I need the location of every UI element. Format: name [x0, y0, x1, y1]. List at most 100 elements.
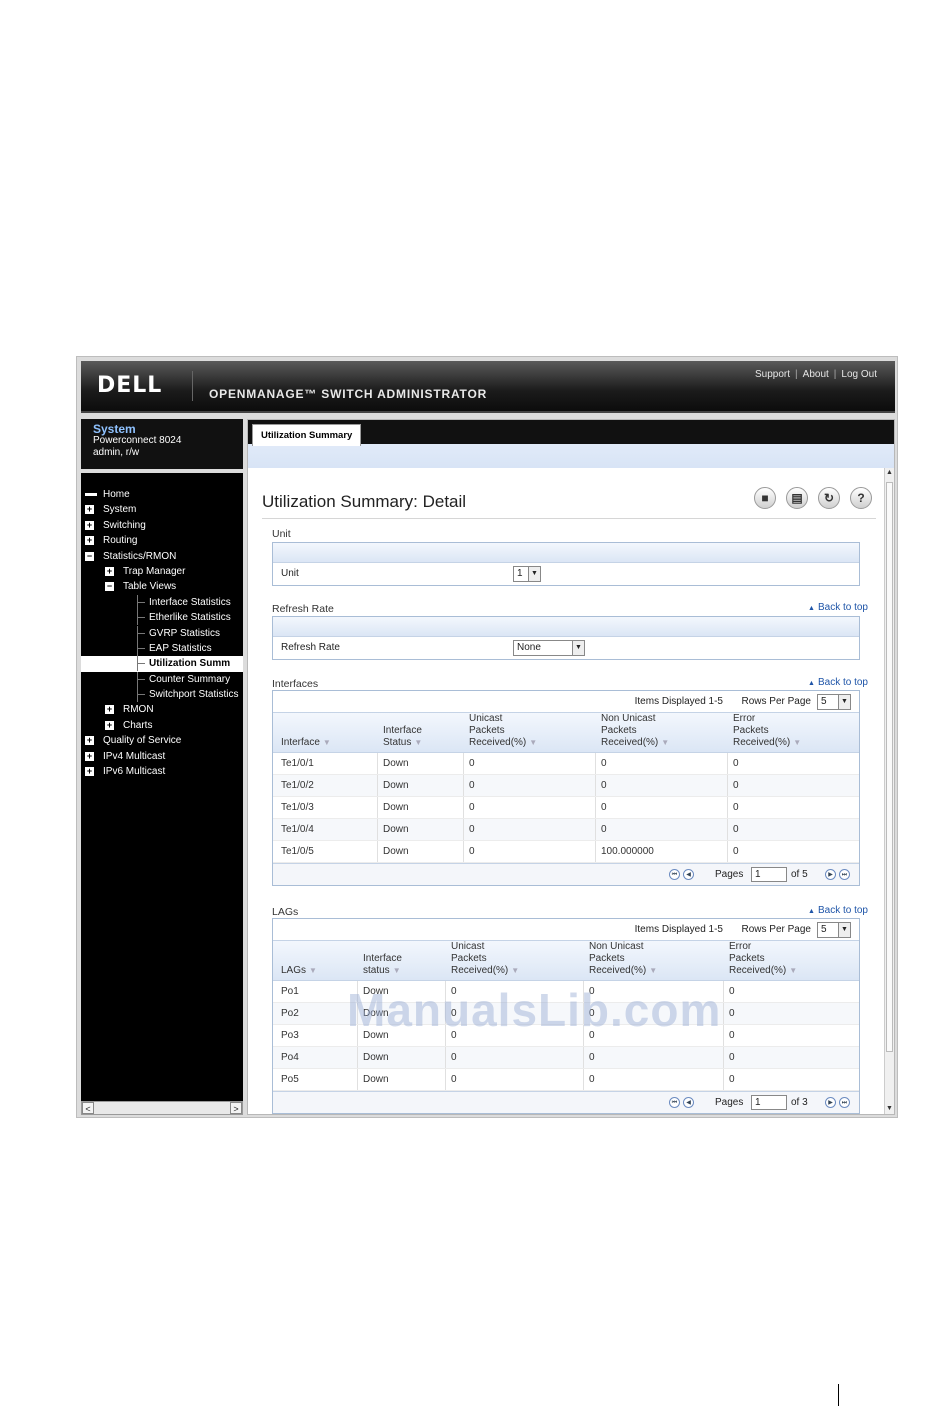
- rows-per-page-select[interactable]: 5 ▼: [817, 922, 851, 938]
- logout-link[interactable]: Log Out: [841, 369, 877, 380]
- back-to-top-link[interactable]: ▲ Back to top: [808, 905, 868, 916]
- nav-item[interactable]: + Trap Manager: [81, 564, 243, 579]
- nav-item[interactable]: Counter Summary: [81, 671, 243, 687]
- unit-select[interactable]: 1 ▼: [513, 566, 541, 582]
- chevron-down-icon[interactable]: ▼: [528, 567, 540, 581]
- column-header[interactable]: Interface ▼: [281, 737, 331, 749]
- sort-icon[interactable]: ▼: [529, 738, 537, 747]
- column-header[interactable]: Unicast Packets Received(%) ▼: [469, 713, 537, 749]
- table-row[interactable]: Te1/0/1 Down 0 0 0: [273, 753, 859, 775]
- refresh-rate-select[interactable]: None ▼: [513, 640, 585, 656]
- scroll-thumb[interactable]: [886, 482, 893, 1052]
- nav-item[interactable]: + RMON: [81, 702, 243, 717]
- chevron-down-icon[interactable]: ▼: [838, 923, 850, 937]
- column-header[interactable]: Error Packets Received(%) ▼: [729, 941, 797, 977]
- table-row[interactable]: Te1/0/4 Down 0 0 0: [273, 819, 859, 841]
- first-page-icon[interactable]: ⏮: [669, 1097, 680, 1108]
- nav-item[interactable]: − Table Views: [81, 579, 243, 594]
- chevron-down-icon[interactable]: ▼: [838, 695, 850, 709]
- system-title[interactable]: System: [93, 423, 231, 435]
- expand-icon[interactable]: +: [85, 536, 94, 546]
- prev-page-icon[interactable]: ◀: [683, 869, 694, 880]
- column-header[interactable]: LAGs ▼: [281, 965, 317, 977]
- page-number-input[interactable]: 1: [751, 1095, 787, 1110]
- save-icon[interactable]: ■: [754, 487, 776, 509]
- back-to-top-link[interactable]: ▲ Back to top: [808, 677, 868, 688]
- sort-icon[interactable]: ▼: [789, 966, 797, 975]
- refresh-icon[interactable]: ↻: [818, 487, 840, 509]
- nav-item[interactable]: + System: [81, 502, 243, 517]
- back-to-top-link[interactable]: ▲ Back to top: [808, 602, 868, 613]
- nav-item[interactable]: + Quality of Service: [81, 733, 243, 748]
- sort-icon[interactable]: ▼: [393, 966, 401, 975]
- table-row[interactable]: Po5 Down 0 0 0: [273, 1069, 859, 1091]
- nav-item[interactable]: + Switching: [81, 518, 243, 533]
- expand-icon[interactable]: +: [105, 705, 114, 715]
- expand-icon[interactable]: +: [85, 505, 94, 515]
- expand-icon[interactable]: +: [105, 720, 114, 730]
- prev-page-icon[interactable]: ◀: [683, 1097, 694, 1108]
- collapse-icon[interactable]: −: [85, 551, 94, 561]
- last-page-icon[interactable]: ⏭: [839, 1097, 850, 1108]
- tab-utilization-summary[interactable]: Utilization Summary: [252, 424, 362, 446]
- column-header[interactable]: Non Unicast Packets Received(%) ▼: [589, 941, 657, 977]
- column-header[interactable]: Unicast Packets Received(%) ▼: [451, 941, 519, 977]
- nav-list: Home + System + Switching + Routing − Statistics…: [81, 487, 243, 779]
- expand-icon[interactable]: +: [85, 751, 94, 761]
- nav-item[interactable]: Etherlike Statistics: [81, 610, 243, 626]
- table-row[interactable]: Te1/0/3 Down 0 0 0: [273, 797, 859, 819]
- nav-item[interactable]: Interface Statistics: [81, 594, 243, 610]
- nav-item[interactable]: + IPv4 Multicast: [81, 749, 243, 764]
- nav-item[interactable]: + Charts: [81, 718, 243, 733]
- nav-item[interactable]: + IPv6 Multicast: [81, 764, 243, 779]
- sort-icon[interactable]: ▼: [414, 738, 422, 747]
- first-page-icon[interactable]: ⏮: [669, 869, 680, 880]
- table-row[interactable]: Po2 Down 0 0 0: [273, 1003, 859, 1025]
- help-icon[interactable]: ?: [850, 487, 872, 509]
- expand-icon[interactable]: +: [85, 767, 94, 777]
- rows-per-page-select[interactable]: 5 ▼: [817, 694, 851, 710]
- chevron-down-icon[interactable]: ▼: [572, 641, 584, 655]
- table-row[interactable]: Te1/0/2 Down 0 0 0: [273, 775, 859, 797]
- expand-icon[interactable]: +: [85, 520, 94, 530]
- sort-icon[interactable]: ▼: [793, 738, 801, 747]
- scroll-right-icon[interactable]: >: [230, 1102, 242, 1114]
- page-number-input[interactable]: 1: [751, 867, 787, 882]
- scroll-left-icon[interactable]: <: [82, 1102, 94, 1114]
- table-row[interactable]: Po3 Down 0 0 0: [273, 1025, 859, 1047]
- sort-icon[interactable]: ▼: [649, 966, 657, 975]
- table-row[interactable]: Te1/0/5 Down 0 100.000000 0: [273, 841, 859, 863]
- nav-horizontal-scrollbar[interactable]: < >: [81, 1101, 243, 1115]
- nav-item[interactable]: EAP Statistics: [81, 640, 243, 656]
- expand-icon[interactable]: +: [85, 736, 94, 746]
- nav-item[interactable]: Home: [81, 487, 243, 502]
- scroll-up-icon[interactable]: ▲: [885, 468, 894, 478]
- last-page-icon[interactable]: ⏭: [839, 869, 850, 880]
- vertical-scrollbar[interactable]: ▲ ▼: [884, 468, 894, 1114]
- nav-item-label: Table Views: [123, 581, 177, 593]
- nav-item[interactable]: + Routing: [81, 533, 243, 548]
- support-link[interactable]: Support: [755, 369, 790, 380]
- column-header[interactable]: Interface status ▼: [363, 953, 402, 977]
- collapse-icon[interactable]: −: [105, 582, 114, 592]
- about-link[interactable]: About: [803, 369, 829, 380]
- scroll-down-icon[interactable]: ▼: [885, 1104, 894, 1114]
- table-cell: 0: [589, 1008, 595, 1019]
- sort-icon[interactable]: ▼: [511, 966, 519, 975]
- next-page-icon[interactable]: ▶: [825, 869, 836, 880]
- nav-item[interactable]: − Statistics/RMON: [81, 549, 243, 564]
- next-page-icon[interactable]: ▶: [825, 1097, 836, 1108]
- nav-item[interactable]: Utilization Summ: [81, 656, 243, 672]
- column-header[interactable]: Error Packets Received(%) ▼: [733, 713, 801, 749]
- table-row[interactable]: Po1 Down 0 0 0: [273, 981, 859, 1003]
- column-header[interactable]: Non Unicast Packets Received(%) ▼: [601, 713, 669, 749]
- nav-item[interactable]: Switchport Statistics: [81, 687, 243, 703]
- sort-icon[interactable]: ▼: [323, 738, 331, 747]
- table-row[interactable]: Po4 Down 0 0 0: [273, 1047, 859, 1069]
- expand-icon[interactable]: +: [105, 566, 114, 576]
- sort-icon[interactable]: ▼: [661, 738, 669, 747]
- sort-icon[interactable]: ▼: [309, 966, 317, 975]
- column-header[interactable]: Interface Status ▼: [383, 725, 422, 749]
- nav-item[interactable]: GVRP Statistics: [81, 625, 243, 641]
- print-icon[interactable]: ▤: [786, 487, 808, 509]
